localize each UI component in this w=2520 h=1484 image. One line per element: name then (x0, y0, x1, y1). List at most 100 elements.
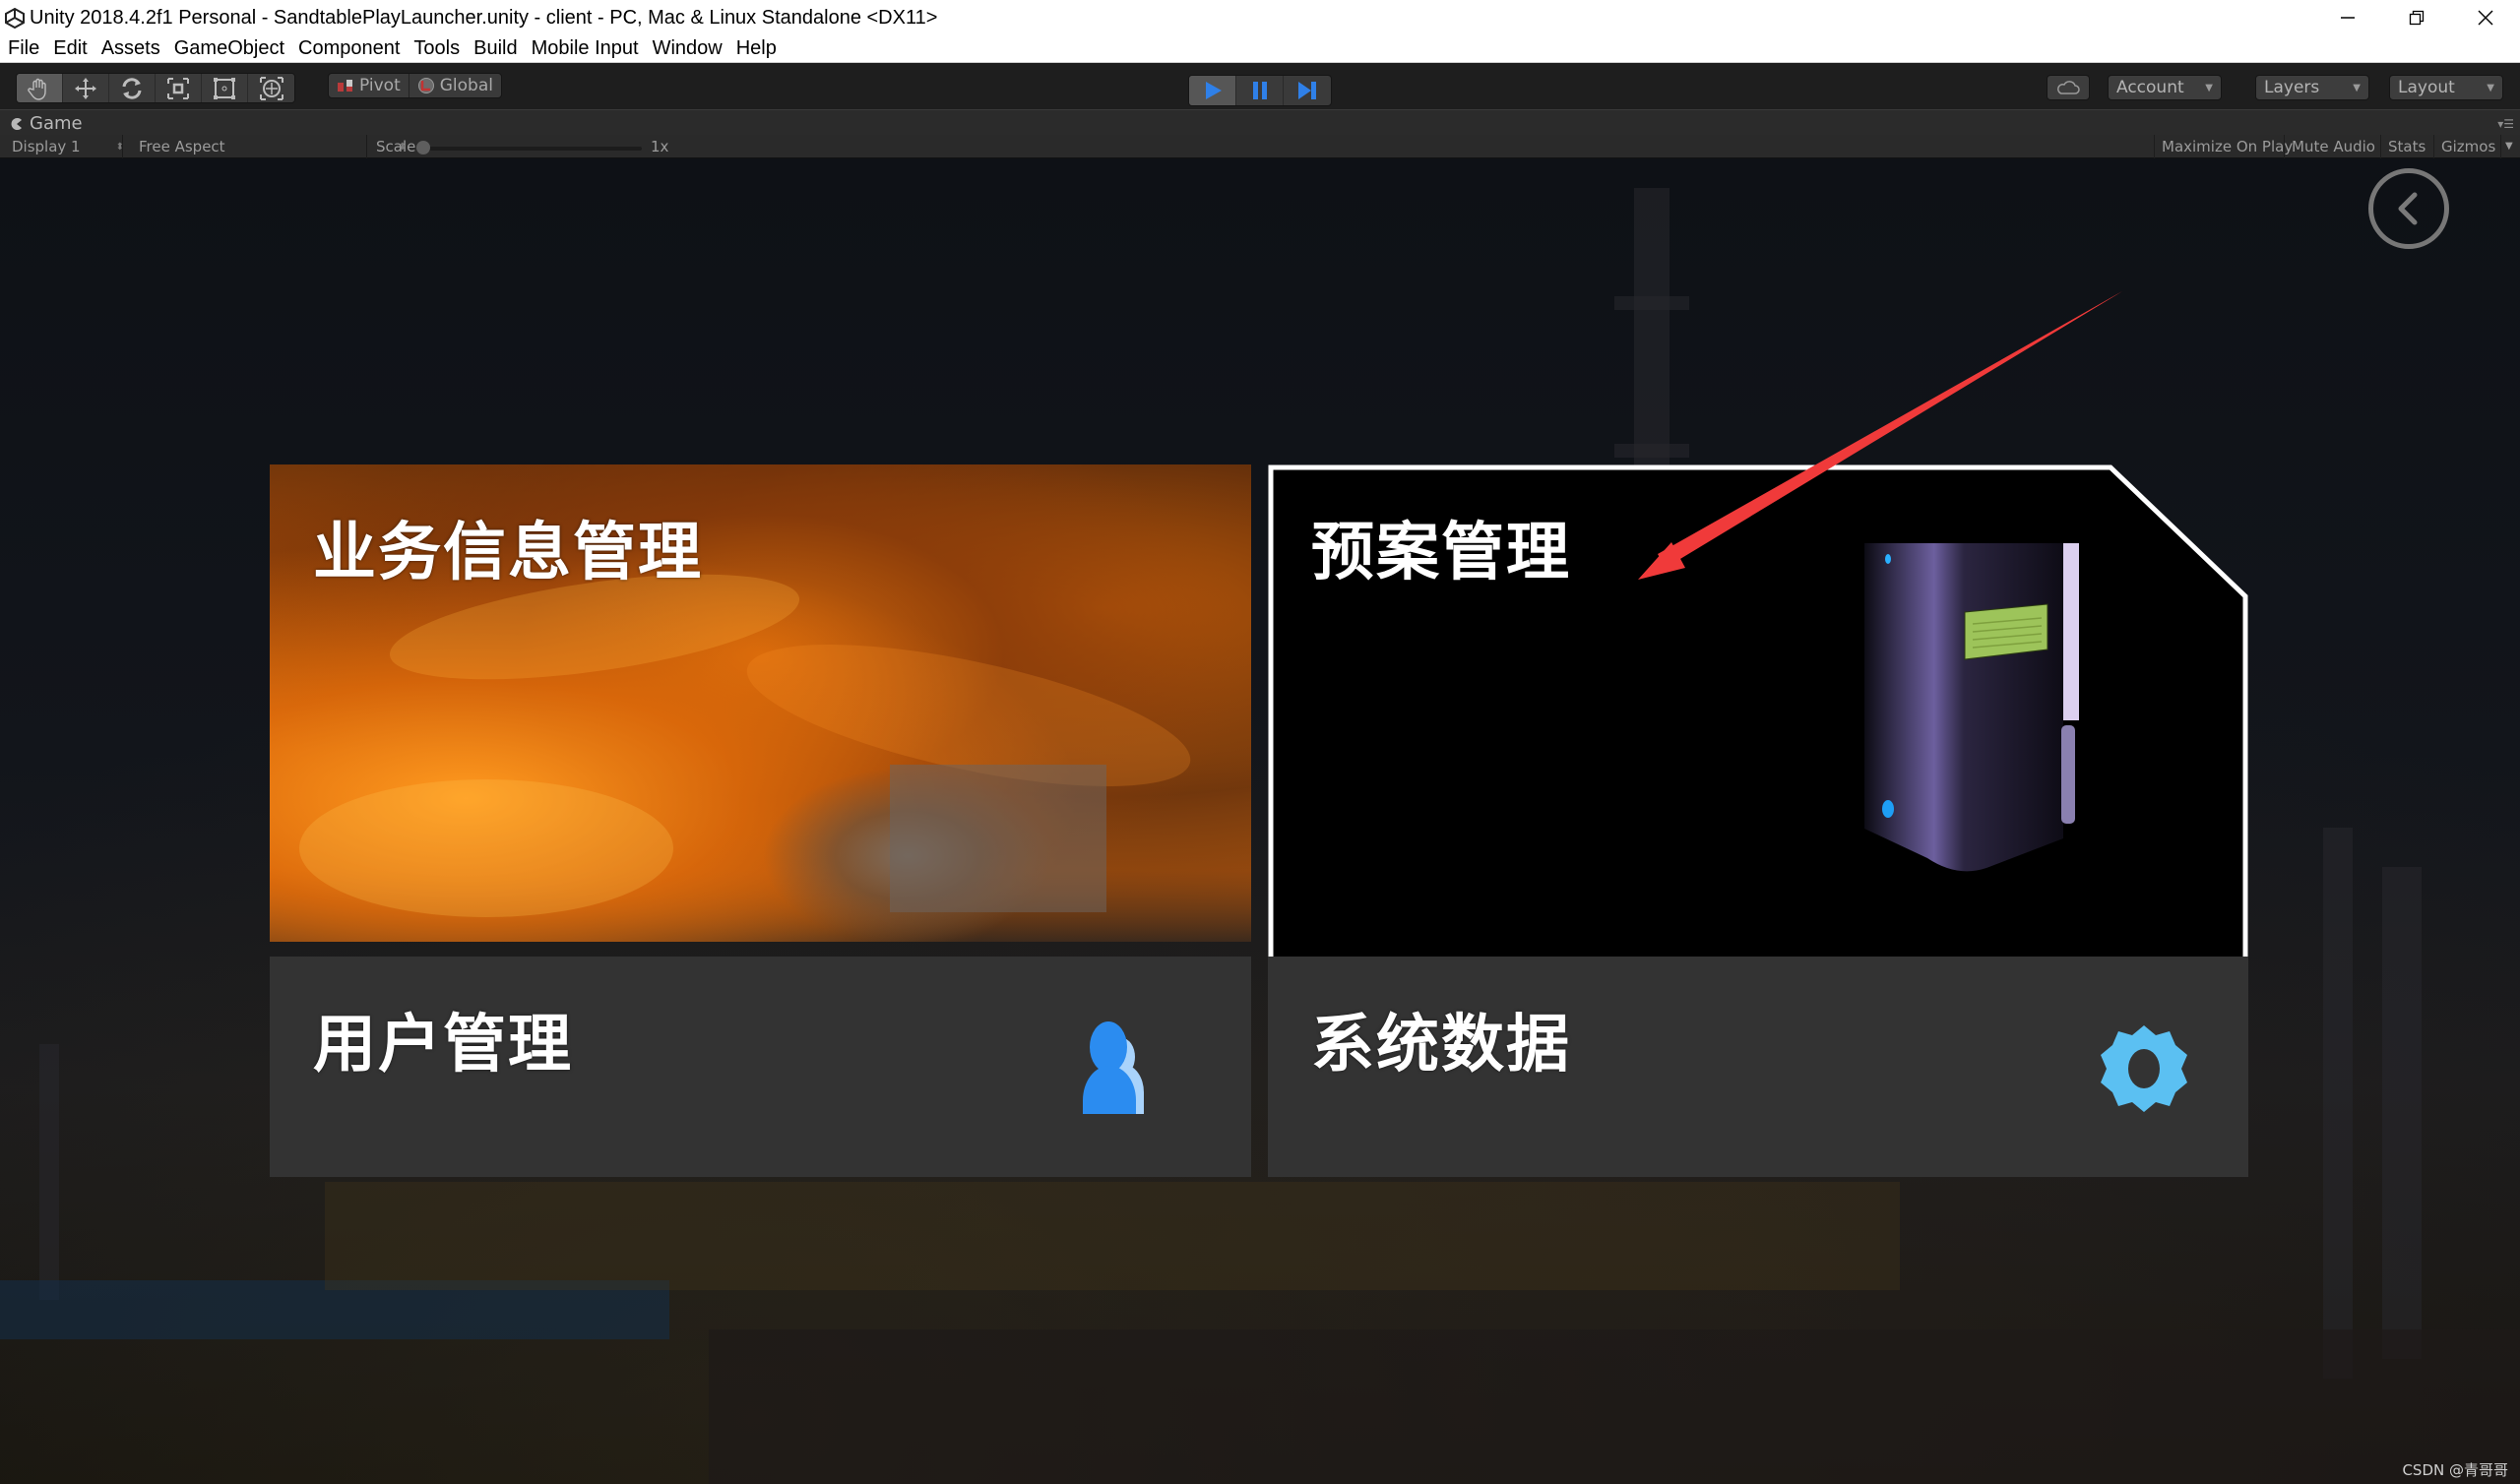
users-icon (1083, 1021, 1144, 1114)
pivot-icon (338, 80, 352, 92)
playback-controls (1188, 75, 1332, 106)
chevron-down-icon: ▼ (2487, 82, 2494, 93)
cloud-icon (2057, 81, 2080, 94)
rotate-tool-icon (122, 77, 142, 99)
menu-build[interactable]: Build (466, 37, 523, 60)
rect-tool-button[interactable] (202, 74, 248, 102)
background-tower-platform (1614, 296, 1689, 310)
chevron-down-icon: ▼ (2353, 82, 2361, 93)
transform-tools (16, 73, 295, 103)
layout-label: Layout (2398, 78, 2455, 97)
transform-tool-icon (259, 76, 284, 100)
watermark: CSDN @青哥哥 (2402, 1461, 2508, 1479)
tile-system-data[interactable]: 系统数据 (1268, 957, 2248, 1177)
game-control-bar: Display 1 ⬍ Free Aspect ⬍ Scale 1x Maxim… (0, 135, 2520, 158)
divider (122, 135, 123, 158)
background-column (39, 1044, 59, 1300)
scale-label: Scale (376, 138, 416, 155)
game-tab-bar: Game ▾☰ (0, 109, 2520, 135)
play-button[interactable] (1189, 76, 1236, 105)
scale-slider-track[interactable] (423, 147, 642, 151)
account-label: Account (2116, 78, 2184, 97)
flame-decoration (299, 779, 673, 917)
close-button[interactable] (2451, 0, 2520, 35)
hand-tool-icon (28, 78, 46, 100)
chevron-left-icon (2398, 192, 2418, 225)
rect-tool-icon (214, 77, 235, 99)
layers-label: Layers (2264, 78, 2320, 97)
pivot-controls: Pivot Global (328, 73, 502, 98)
display-select[interactable]: Display 1 ⬍ (12, 138, 124, 155)
chevron-down-icon: ▼ (2205, 82, 2213, 93)
restore-button[interactable] (2382, 0, 2451, 35)
window-titlebar: Unity 2018.4.2f1 Personal - SandtablePla… (0, 0, 2520, 35)
collab-cloud-button[interactable] (2047, 75, 2090, 100)
global-label: Global (439, 76, 493, 95)
display-label: Display 1 (12, 138, 81, 155)
stats-toggle[interactable]: Stats (2380, 135, 2432, 158)
background-tower-platform (1614, 444, 1689, 458)
menu-help[interactable]: Help (728, 37, 783, 60)
background-column (2382, 867, 2422, 1359)
tile-title: 系统数据 (1311, 1009, 1571, 1082)
tile-user-management[interactable]: 用户管理 (270, 957, 1251, 1177)
global-icon (417, 78, 434, 93)
move-tool-icon (75, 77, 96, 99)
pause-icon (1252, 82, 1267, 99)
tab-menu-icon[interactable]: ▾☰ (2497, 117, 2514, 131)
menu-edit[interactable]: Edit (45, 37, 93, 60)
background-column (2323, 828, 2353, 1379)
menu-gameobject[interactable]: GameObject (166, 37, 290, 60)
game-viewport: 业务信息管理 预案管理 用户管理 系统数据 CSDN @青哥哥 (0, 158, 2520, 1484)
game-tab-label: Game (30, 113, 83, 134)
rotate-tool-button[interactable] (109, 74, 156, 102)
server-illustration-icon (1864, 543, 2079, 872)
gizmos-toggle[interactable]: Gizmos (2433, 135, 2502, 158)
pivot-toggle[interactable]: Pivot (329, 74, 410, 97)
background-pipes (325, 1182, 1900, 1290)
tile-title: 用户管理 (313, 1009, 573, 1082)
background-wall (709, 1329, 2520, 1484)
restore-icon (2409, 10, 2425, 26)
hand-tool-button[interactable] (17, 74, 63, 102)
menu-component[interactable]: Component (290, 37, 406, 60)
mute-audio-toggle[interactable]: Mute Audio (2284, 135, 2382, 158)
menu-assets[interactable]: Assets (94, 37, 166, 60)
tile-business-info[interactable]: 业务信息管理 (270, 464, 1251, 942)
window-title: Unity 2018.4.2f1 Personal - SandtablePla… (30, 6, 938, 29)
move-tool-button[interactable] (63, 74, 109, 102)
tile-title: 业务信息管理 (313, 517, 703, 589)
gizmos-dropdown-icon[interactable]: ▼ (2500, 135, 2520, 158)
burning-building-window (890, 765, 1106, 912)
layout-dropdown[interactable]: Layout ▼ (2389, 75, 2503, 100)
menu-tools[interactable]: Tools (406, 37, 466, 60)
minimize-button[interactable] (2313, 0, 2382, 35)
play-icon (1205, 82, 1222, 99)
gear-icon (2101, 1025, 2187, 1112)
back-button[interactable] (2368, 168, 2449, 249)
tile-title: 预案管理 (1311, 517, 1571, 589)
scale-tool-icon (167, 77, 189, 99)
global-toggle[interactable]: Global (410, 74, 501, 97)
scale-tool-button[interactable] (156, 74, 202, 102)
transform-tool-button[interactable] (248, 74, 294, 102)
scale-slider-handle[interactable] (416, 141, 430, 155)
pause-button[interactable] (1236, 76, 1284, 105)
menu-mobile-input[interactable]: Mobile Input (524, 37, 645, 60)
unity-logo-icon (5, 7, 25, 29)
menu-bar: File Edit Assets GameObject Component To… (0, 35, 2520, 63)
aspect-label: Free Aspect (139, 138, 225, 155)
game-tab[interactable]: Game (10, 113, 83, 134)
pivot-label: Pivot (359, 76, 401, 95)
game-controller-icon (11, 117, 22, 130)
maximize-on-play-toggle[interactable]: Maximize On Play (2154, 135, 2300, 158)
step-button[interactable] (1284, 76, 1331, 105)
divider (366, 135, 367, 158)
close-icon (2478, 10, 2493, 26)
menu-file[interactable]: File (0, 37, 45, 60)
account-dropdown[interactable]: Account ▼ (2108, 75, 2222, 100)
layers-dropdown[interactable]: Layers ▼ (2255, 75, 2369, 100)
step-icon (1298, 82, 1316, 99)
unity-toolbar: Pivot Global Account ▼ Layers ▼ Layout ▼ (0, 63, 2520, 109)
menu-window[interactable]: Window (645, 37, 728, 60)
